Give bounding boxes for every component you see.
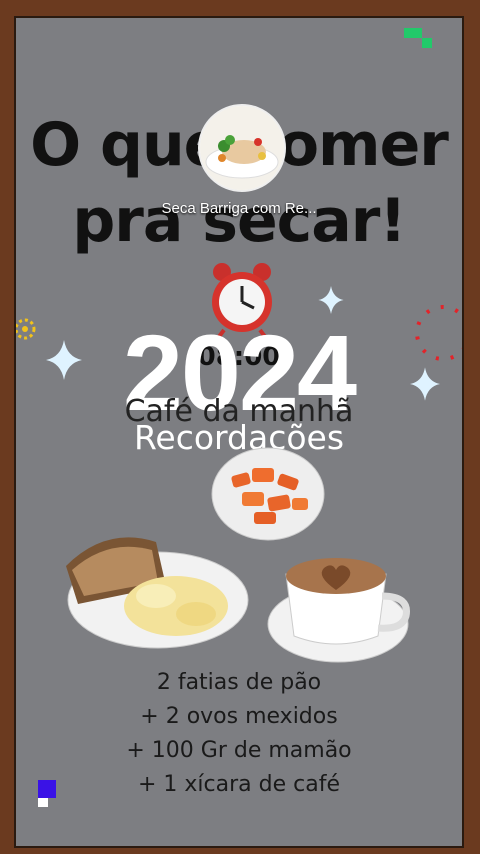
menu-item: + 100 Gr de mamão: [126, 738, 352, 763]
firework-icon: [16, 318, 36, 340]
channel-name[interactable]: Seca Barriga com Re...: [16, 200, 462, 217]
confetti-icon: [38, 780, 56, 798]
sparkle-icon: [318, 286, 344, 314]
menu-item: + 2 ovos mexidos: [140, 704, 338, 729]
confetti-icon: [38, 798, 48, 807]
confetti-icon: [422, 38, 432, 48]
firework-icon: [415, 305, 462, 361]
sparkle-icon: [46, 340, 82, 380]
breakfast-illustration: [46, 446, 426, 670]
channel-avatar[interactable]: [198, 104, 286, 192]
menu-item: + 1 xícara de café: [138, 772, 340, 797]
confetti-icon: [404, 28, 422, 38]
video-title-line2: pra secar!: [72, 186, 406, 256]
video-frame[interactable]: O que comer pra secar! Seca Barriga com …: [14, 16, 464, 848]
menu-list: 2 fatias de pão + 2 ovos mexidos + 100 G…: [16, 666, 462, 802]
menu-item: 2 fatias de pão: [156, 670, 322, 695]
sparkle-icon: [410, 367, 440, 401]
